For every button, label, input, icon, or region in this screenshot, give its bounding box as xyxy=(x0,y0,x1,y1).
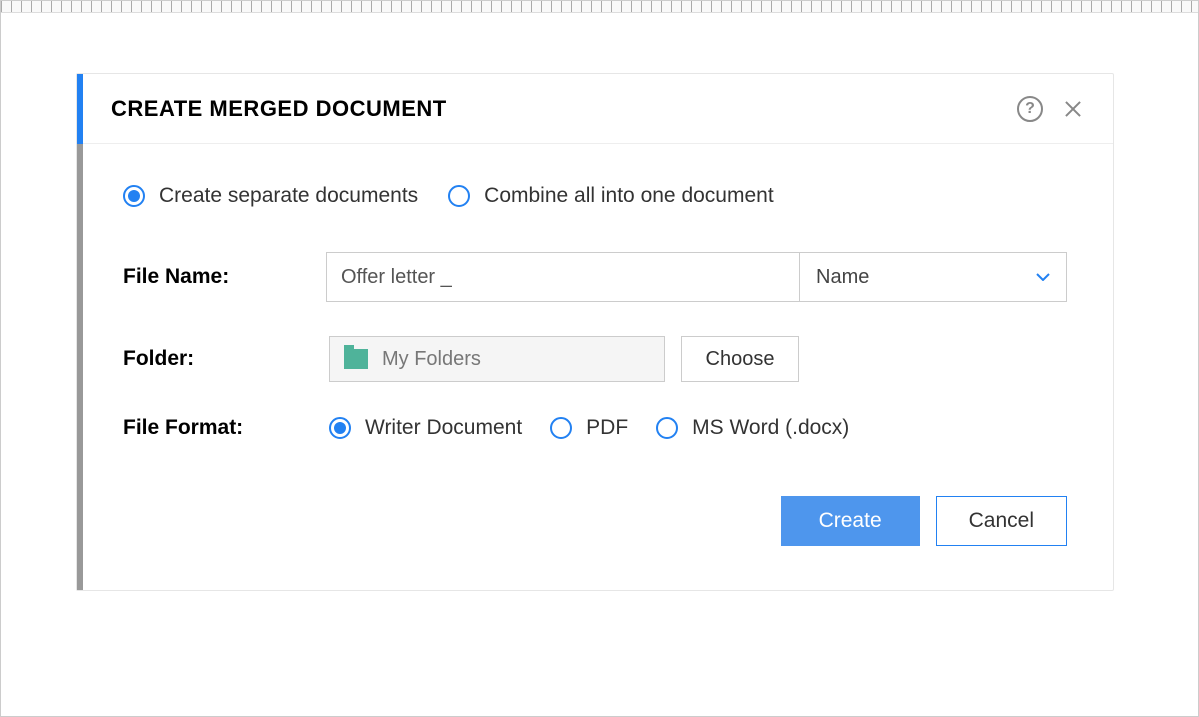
dialog-body: Create separate documents Combine all in… xyxy=(77,144,1113,590)
select-value: Name xyxy=(816,266,869,289)
folder-controls: My Folders Choose xyxy=(329,336,799,382)
radio-label: MS Word (.docx) xyxy=(692,416,849,440)
file-format-label: File Format: xyxy=(123,416,329,440)
folder-icon xyxy=(344,349,368,369)
dialog-header-actions: ? xyxy=(1017,96,1085,122)
file-name-input-group: Name xyxy=(326,252,1067,302)
close-icon[interactable] xyxy=(1061,97,1085,121)
radio-label: Create separate documents xyxy=(159,184,418,208)
dialog-accent xyxy=(77,74,83,144)
radio-icon xyxy=(329,417,351,439)
radio-pdf[interactable]: PDF xyxy=(550,416,628,440)
dialog-title: CREATE MERGED DOCUMENT xyxy=(111,96,447,122)
folder-display: My Folders xyxy=(329,336,665,382)
help-icon[interactable]: ? xyxy=(1017,96,1043,122)
radio-icon xyxy=(448,185,470,207)
mode-radio-group: Create separate documents Combine all in… xyxy=(123,184,1067,208)
radio-icon xyxy=(656,417,678,439)
radio-ms-word[interactable]: MS Word (.docx) xyxy=(656,416,849,440)
file-format-row: File Format: Writer Document PDF MS Word… xyxy=(123,416,1067,440)
file-name-input[interactable] xyxy=(326,252,799,302)
dialog-side-bar xyxy=(77,74,83,590)
chevron-down-icon xyxy=(1036,273,1050,281)
dialog-header: CREATE MERGED DOCUMENT ? xyxy=(77,74,1113,144)
create-button[interactable]: Create xyxy=(781,496,920,546)
ruler xyxy=(1,1,1198,13)
file-format-options: Writer Document PDF MS Word (.docx) xyxy=(329,416,849,440)
file-name-row: File Name: Name xyxy=(123,252,1067,302)
folder-name: My Folders xyxy=(382,348,481,371)
file-name-label: File Name: xyxy=(123,265,326,289)
radio-separate-documents[interactable]: Create separate documents xyxy=(123,184,418,208)
dialog-footer: Create Cancel xyxy=(123,496,1067,546)
radio-label: PDF xyxy=(586,416,628,440)
radio-label: Combine all into one document xyxy=(484,184,774,208)
merge-dialog: CREATE MERGED DOCUMENT ? Create separate… xyxy=(76,73,1114,591)
folder-row: Folder: My Folders Choose xyxy=(123,336,1067,382)
choose-folder-button[interactable]: Choose xyxy=(681,336,799,382)
radio-icon xyxy=(550,417,572,439)
cancel-button[interactable]: Cancel xyxy=(936,496,1067,546)
file-name-variable-select[interactable]: Name xyxy=(799,252,1067,302)
radio-label: Writer Document xyxy=(365,416,522,440)
radio-combine-documents[interactable]: Combine all into one document xyxy=(448,184,774,208)
radio-writer-document[interactable]: Writer Document xyxy=(329,416,522,440)
folder-label: Folder: xyxy=(123,347,329,371)
radio-icon xyxy=(123,185,145,207)
